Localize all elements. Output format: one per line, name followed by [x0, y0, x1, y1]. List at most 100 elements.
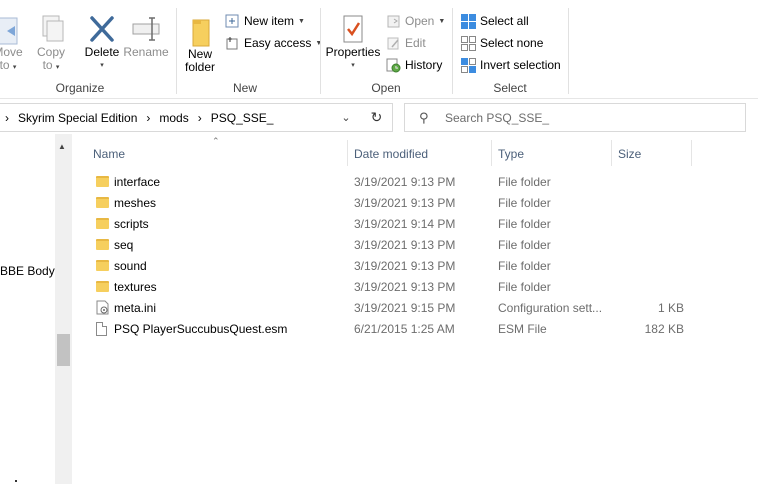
address-bar[interactable]: › Skyrim Special Edition › mods › PSQ_SS… — [0, 103, 393, 132]
nav-scrollbar[interactable]: ▲ — [55, 134, 72, 484]
file-date: 3/19/2021 9:13 PM — [354, 195, 456, 210]
open-button[interactable]: Open ▼ — [386, 11, 445, 31]
breadcrumb-mods[interactable]: mods — [159, 111, 188, 125]
search-input-placeholder: Search PSQ_SSE_ — [445, 110, 550, 125]
refresh-icon: ↻ — [370, 109, 383, 125]
move-to-label-2: to ▾ — [0, 58, 17, 72]
file-type: File folder — [498, 237, 551, 252]
edit-label: Edit — [405, 36, 426, 50]
new-item-icon — [225, 14, 239, 27]
scroll-up-icon[interactable]: ▲ — [58, 142, 66, 151]
folder-icon — [96, 260, 109, 271]
breadcrumb-skyrim[interactable]: Skyrim Special Edition — [18, 111, 137, 125]
move-to-button[interactable]: Move to ▾ — [0, 14, 26, 74]
nav-item-partial[interactable]: BBE BodySl — [0, 264, 55, 278]
file-type: Configuration sett... — [498, 300, 603, 315]
file-type: File folder — [498, 174, 551, 189]
ribbon-separator — [568, 8, 569, 94]
column-size-header[interactable]: Size — [618, 143, 641, 165]
ribbon-separator — [320, 8, 321, 94]
folder-icon — [96, 218, 109, 229]
select-none-button[interactable]: Select none — [461, 33, 543, 53]
column-name-header[interactable]: Name — [93, 143, 125, 165]
folder-icon — [192, 19, 210, 47]
file-name: meshes — [114, 195, 157, 210]
chevron-right-icon: › — [5, 110, 9, 125]
file-size — [606, 171, 684, 192]
search-icon: ⚲ — [419, 110, 429, 125]
file-type: File folder — [498, 279, 551, 294]
rename-button[interactable]: Rename — [122, 14, 170, 59]
folder-icon — [96, 281, 109, 292]
file-row-sound[interactable]: sound 3/19/2021 9:13 PM File folder — [86, 255, 696, 276]
move-to-icon — [0, 17, 18, 45]
file-row-meta-ini[interactable]: meta.ini 3/19/2021 9:15 PM Configuration… — [86, 297, 696, 318]
properties-label: Properties — [325, 45, 381, 59]
file-row-seq[interactable]: seq 3/19/2021 9:13 PM File folder — [86, 234, 696, 255]
column-divider[interactable] — [347, 140, 348, 166]
ini-file-icon — [96, 300, 109, 315]
file-row-interface[interactable]: interface 3/19/2021 9:13 PM File folder — [86, 171, 696, 192]
file-date: 3/19/2021 9:13 PM — [354, 279, 456, 294]
file-name: textures — [114, 279, 157, 294]
file-size — [606, 234, 684, 255]
new-item-button[interactable]: New item ▼ — [225, 11, 305, 31]
ribbon: Move to ▾ Copy to ▾ Delete ▾ Rename Orga… — [0, 0, 758, 99]
easy-access-label: Easy access — [244, 36, 312, 50]
history-icon — [386, 58, 401, 72]
file-name: scripts — [114, 216, 149, 231]
file-type: File folder — [498, 216, 551, 231]
new-folder-label-2: folder — [184, 60, 216, 74]
column-type-header[interactable]: Type — [498, 143, 524, 165]
chevron-down-icon: ▼ — [298, 17, 305, 25]
new-folder-button[interactable]: New folder — [180, 14, 220, 74]
copy-to-label-2: to ▾ — [42, 58, 60, 72]
column-divider[interactable] — [611, 140, 612, 166]
file-name: meta.ini — [114, 300, 157, 315]
file-row-scripts[interactable]: scripts 3/19/2021 9:14 PM File folder — [86, 213, 696, 234]
nav-dot — [15, 480, 17, 482]
chevron-right-icon: › — [197, 110, 202, 125]
rename-icon — [132, 17, 160, 41]
invert-selection-icon — [461, 57, 476, 73]
properties-button[interactable]: Properties ▾ — [324, 14, 382, 72]
refresh-button[interactable]: ↻ — [362, 103, 391, 132]
column-date-header[interactable]: Date modified — [354, 143, 428, 165]
select-group-label: Select — [493, 81, 527, 95]
search-box[interactable]: ⚲ Search PSQ_SSE_ — [404, 103, 746, 132]
easy-access-button[interactable]: Easy access ▼ — [225, 33, 322, 53]
copy-to-button[interactable]: Copy to ▾ — [34, 14, 68, 74]
file-icon — [96, 321, 107, 336]
address-dropdown-icon[interactable]: ⌄ — [339, 104, 353, 131]
file-name: sound — [114, 258, 147, 273]
select-none-label: Select none — [480, 36, 544, 50]
file-name: interface — [114, 174, 161, 189]
scrollbar-thumb[interactable] — [57, 334, 70, 366]
column-divider[interactable] — [491, 140, 492, 166]
select-all-button[interactable]: Select all — [461, 11, 529, 31]
column-divider[interactable] — [691, 140, 692, 166]
copy-to-icon — [42, 15, 64, 42]
folder-icon — [96, 197, 109, 208]
rename-label: Rename — [123, 45, 169, 59]
history-button[interactable]: History — [386, 55, 442, 75]
sort-up-icon: ⌃ — [212, 136, 220, 146]
delete-label: Delete — [84, 45, 120, 59]
chevron-down-icon: ▼ — [315, 39, 323, 47]
file-date: 3/19/2021 9:14 PM — [354, 216, 456, 231]
file-date: 3/19/2021 9:13 PM — [354, 258, 456, 273]
folder-icon — [96, 239, 109, 250]
breadcrumb-psq-sse[interactable]: PSQ_SSE_ — [211, 111, 274, 125]
invert-selection-button[interactable]: Invert selection — [461, 55, 561, 75]
chevron-down-icon: ▾ — [351, 62, 355, 69]
file-row-esm[interactable]: PSQ PlayerSuccubusQuest.esm 6/21/2015 1:… — [86, 318, 696, 339]
file-type: File folder — [498, 195, 551, 210]
delete-button[interactable]: Delete ▾ — [82, 14, 122, 72]
ribbon-separator — [176, 8, 177, 94]
file-type: ESM File — [498, 321, 547, 336]
history-label: History — [405, 58, 443, 72]
file-row-meshes[interactable]: meshes 3/19/2021 9:13 PM File folder — [86, 192, 696, 213]
file-row-textures[interactable]: textures 3/19/2021 9:13 PM File folder — [86, 276, 696, 297]
file-date: 3/19/2021 9:13 PM — [354, 237, 456, 252]
edit-button[interactable]: Edit — [386, 33, 426, 53]
